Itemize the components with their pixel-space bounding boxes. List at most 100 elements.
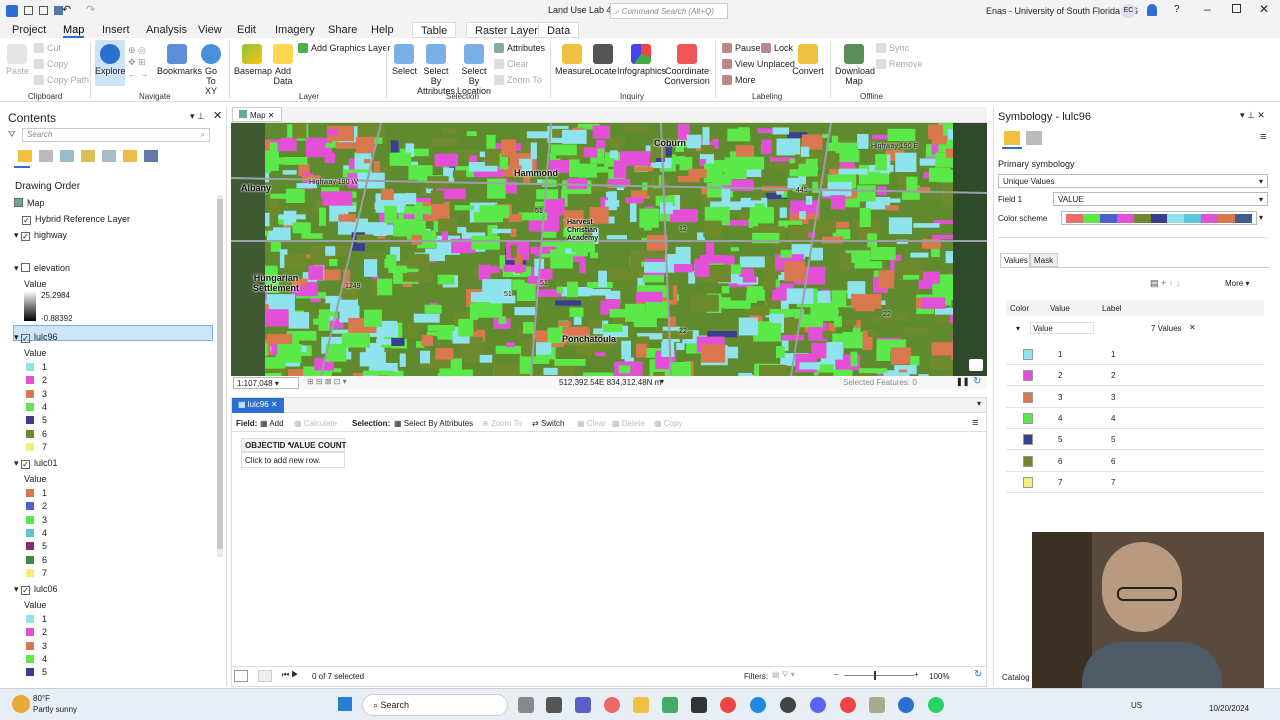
clear-selection-button[interactable]: Clear: [494, 59, 529, 69]
infographics-button[interactable]: Infographics: [617, 44, 666, 76]
tab-imagery[interactable]: Imagery: [275, 22, 315, 38]
edge-icon[interactable]: [750, 697, 766, 713]
lock-labels-button[interactable]: Lock: [761, 43, 793, 53]
tab-edit[interactable]: Edit: [237, 22, 256, 38]
symbol-label[interactable]: 1: [1111, 350, 1115, 359]
select-button[interactable]: Select: [392, 44, 417, 76]
tree-lulc06[interactable]: ▾ ✓ lulc06: [14, 584, 58, 595]
symbology-value-row[interactable]: 66: [1006, 451, 1264, 472]
add-new-row[interactable]: Click to add new row.: [241, 452, 345, 468]
add-graphics-layer-button[interactable]: Add Graphics Layer: [298, 43, 391, 53]
add-field-button[interactable]: ▦ Add: [260, 419, 284, 428]
catalog-tab[interactable]: Catalog: [1002, 673, 1030, 682]
notification-bell-icon[interactable]: [1147, 4, 1157, 16]
more-labeling-button[interactable]: More: [722, 75, 756, 85]
symbol-swatch[interactable]: [1023, 349, 1033, 360]
vary-symbology-icon[interactable]: [1026, 131, 1042, 145]
weather-condition[interactable]: Partly sunny: [33, 705, 77, 714]
copilot-icon[interactable]: [604, 697, 620, 713]
app-icon[interactable]: [691, 697, 707, 713]
symbology-value-row[interactable]: 55: [1006, 429, 1264, 451]
weather-temp[interactable]: 80°F: [33, 694, 50, 703]
contents-scroll-thumb[interactable]: [217, 199, 223, 549]
symbol-label[interactable]: 3: [1111, 393, 1115, 402]
table-select-by-attributes-button[interactable]: ▦ Select By Attributes: [394, 419, 473, 428]
new-icon[interactable]: [24, 6, 33, 15]
symbology-value-row[interactable]: 33: [1006, 387, 1264, 408]
help-icon[interactable]: ?: [1174, 4, 1180, 15]
table-options-icon[interactable]: ▾: [977, 399, 981, 408]
remove-button[interactable]: Remove: [876, 59, 923, 69]
symbology-value-row[interactable]: 11: [1006, 344, 1264, 365]
symbol-swatch[interactable]: [1023, 455, 1033, 467]
date[interactable]: 10/20/2024: [1209, 704, 1249, 713]
symbol-swatch[interactable]: [1023, 476, 1033, 488]
file-explorer-icon[interactable]: [633, 697, 649, 713]
symbology-menu-icon[interactable]: ≡: [1260, 131, 1266, 143]
copy-selection-button[interactable]: ▦ Copy: [654, 419, 682, 428]
pause-labels-button[interactable]: Pause: [722, 43, 761, 53]
contents-scrollbar[interactable]: [217, 195, 223, 557]
tab-data[interactable]: Data: [538, 22, 580, 38]
sync-button[interactable]: Sync: [876, 43, 909, 53]
arcgis-pro-icon[interactable]: [898, 697, 914, 713]
field1-dropdown[interactable]: VALUE ▾: [1053, 192, 1268, 206]
table-menu-icon[interactable]: ≡: [972, 417, 978, 429]
more-dropdown[interactable]: More ▾: [1225, 279, 1249, 288]
cut-button[interactable]: Cut: [34, 43, 61, 53]
pane-options-icon[interactable]: ▾ ⊥ ✕: [1240, 110, 1265, 121]
quick-access-toolbar[interactable]: [24, 6, 82, 16]
chrome-icon[interactable]: [840, 697, 856, 713]
tree-lulc96[interactable]: ▾ ✓ lulc96: [14, 332, 58, 343]
table-zoom-to-button[interactable]: ⊕ Zoom To: [482, 419, 522, 428]
close-button[interactable]: ✕: [1259, 2, 1269, 16]
explore-button[interactable]: Explore: [95, 40, 126, 86]
tab-table[interactable]: Table: [412, 22, 457, 38]
copy-button[interactable]: Copy: [34, 59, 68, 69]
user-avatar[interactable]: EC: [1121, 4, 1136, 18]
tab-view[interactable]: View: [198, 22, 222, 38]
map-view[interactable]: Albany Hammond Coburn Hungarian Settleme…: [231, 123, 987, 376]
app-icon[interactable]: [869, 697, 885, 713]
app-icon[interactable]: [780, 697, 796, 713]
symbol-label[interactable]: 2: [1111, 371, 1115, 380]
checkbox-checked[interactable]: ✓: [21, 460, 31, 469]
tab-help[interactable]: Help: [371, 22, 394, 38]
chrome-icon[interactable]: [720, 697, 736, 713]
measure-button[interactable]: Measure: [555, 44, 590, 76]
scale-dropdown[interactable]: 1:107,048 ▾: [233, 377, 299, 389]
bookmarks-button[interactable]: Bookmarks: [157, 44, 202, 76]
signed-in-user[interactable]: Enas - University of South Florida GIS: [986, 6, 1138, 16]
tab-insert[interactable]: Insert: [102, 22, 130, 38]
tab-values[interactable]: Values: [1000, 253, 1030, 267]
symbol-label[interactable]: 5: [1111, 435, 1115, 444]
primary-symbology-icon[interactable]: [1004, 131, 1020, 145]
weather-icon[interactable]: [12, 695, 30, 713]
redo-icon[interactable]: ↷: [86, 3, 95, 16]
download-map-button[interactable]: Download Map: [835, 44, 875, 86]
column-header-value[interactable]: VALUE: [289, 441, 316, 450]
move-up-icon[interactable]: ↑: [1169, 278, 1174, 288]
app-icon[interactable]: [662, 697, 678, 713]
tab-analysis[interactable]: Analysis: [146, 22, 187, 38]
tab-raster-layer[interactable]: Raster Layer: [466, 22, 547, 38]
zoom-in-icon[interactable]: +: [914, 670, 919, 679]
zoom-out-icon[interactable]: –: [834, 670, 838, 679]
symbol-label[interactable]: 4: [1111, 414, 1115, 423]
taskbar-search[interactable]: ⌕ Search: [362, 694, 508, 716]
symbology-value-row[interactable]: 22: [1006, 365, 1264, 387]
delete-selection-button[interactable]: ▦ Delete: [612, 419, 645, 428]
symbology-value-row[interactable]: 44: [1006, 408, 1264, 429]
symbol-label[interactable]: 6: [1111, 457, 1115, 466]
add-class-icon[interactable]: +: [1161, 278, 1166, 288]
coordinate-conversion-button[interactable]: Coordinate Conversion: [664, 44, 710, 86]
refresh-icon[interactable]: ↻: [973, 376, 981, 387]
symbol-swatch[interactable]: [1023, 434, 1033, 446]
copy-path-button[interactable]: Copy Path: [34, 75, 89, 85]
paste-button[interactable]: Paste: [6, 44, 29, 76]
map-overview-icon[interactable]: [969, 359, 983, 371]
tab-project[interactable]: Project: [12, 22, 46, 38]
group-field-input[interactable]: Value: [1030, 322, 1094, 334]
table-tab-lulc96[interactable]: ▦ lulc96 ✕: [232, 398, 284, 413]
store-icon[interactable]: [546, 697, 562, 713]
